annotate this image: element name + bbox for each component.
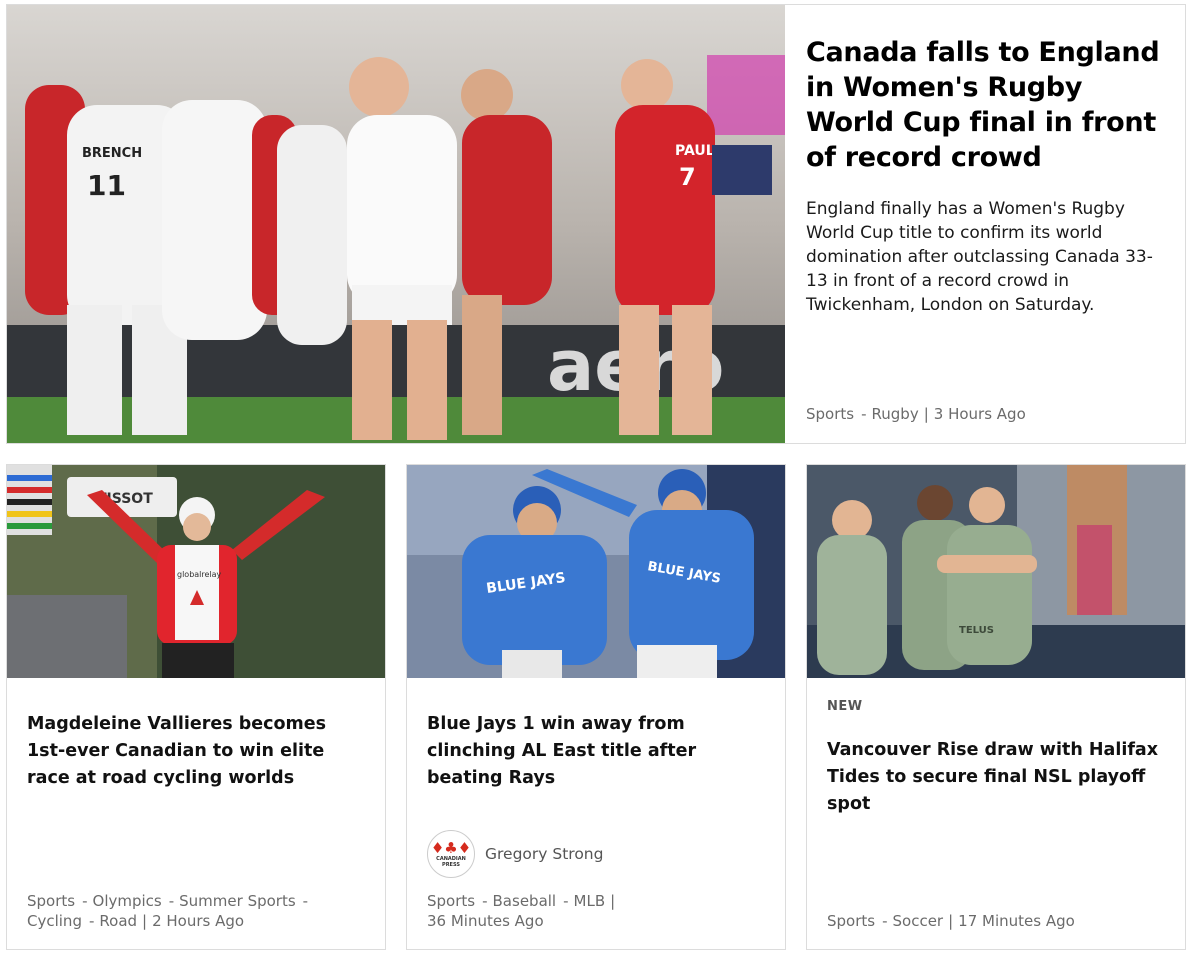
jersey-number-text: 11 (87, 169, 126, 202)
jersey-sponsor-text: TELUS (959, 625, 994, 636)
canadian-press-logo-icon: ♦♣♦ CANADIAN PRESS (427, 830, 475, 878)
cycling-photo: TISSOT globalrelay (7, 465, 385, 678)
category-link[interactable]: MLB (574, 892, 606, 910)
story-headline[interactable]: Magdeleine Vallieres becomes 1st-ever Ca… (27, 711, 367, 792)
category-link[interactable]: Cycling (27, 912, 82, 930)
new-badge: NEW (827, 699, 863, 714)
category-link[interactable]: Sports (827, 912, 875, 930)
category-link[interactable]: Sports (806, 405, 854, 423)
jersey-number-text: 7 (679, 163, 696, 191)
rugby-celebration-photo: aero BRENCH 11 (7, 5, 785, 443)
category-link[interactable]: Sports (27, 892, 75, 910)
story-meta: Sports - Olympics - Summer Sports - Cycling - R… (27, 892, 309, 930)
category-link[interactable]: Soccer (893, 912, 944, 930)
timestamp: 17 Minutes Ago (958, 912, 1075, 930)
timestamp: 36 Minutes Ago (427, 912, 544, 930)
category-link[interactable]: Summer Sports (179, 892, 296, 910)
story-card[interactable]: TELUS NEW Vancouver Rise draw with Halif… (806, 464, 1186, 950)
logo-text: CANADIAN PRESS (436, 855, 466, 868)
story-image[interactable]: TISSOT globalrelay (7, 465, 385, 678)
category-link[interactable]: Baseball (493, 892, 557, 910)
category-link[interactable]: Olympics (93, 892, 162, 910)
story-image[interactable]: TELUS (807, 465, 1185, 678)
story-meta: Sports - Soccer | 17 Minutes Ago (827, 912, 1075, 930)
story-meta: Sports - Baseball - MLB | 36 Minutes Ago (427, 892, 616, 930)
author-byline[interactable]: ♦♣♦ CANADIAN PRESS Gregory Strong (427, 829, 603, 879)
story-card[interactable]: BLUE JAYS BLUE JAYS Blue Jays 1 win away… (406, 464, 786, 950)
story-headline[interactable]: Vancouver Rise draw with Halifax Tides t… (827, 737, 1167, 818)
category-link[interactable]: Road (99, 912, 137, 930)
soccer-photo: TELUS (807, 465, 1185, 678)
jersey-sponsor-text: globalrelay (177, 570, 222, 579)
hero-meta: Sports - Rugby | 3 Hours Ago (806, 405, 1026, 423)
author-name[interactable]: Gregory Strong (485, 845, 603, 863)
story-image[interactable]: BLUE JAYS BLUE JAYS (407, 465, 785, 678)
story-card[interactable]: TISSOT globalrelay Magdeleine Vallieres … (6, 464, 386, 950)
baseball-photo: BLUE JAYS BLUE JAYS (407, 465, 785, 678)
hero-story-card[interactable]: aero BRENCH 11 (6, 4, 1186, 444)
hero-image[interactable]: aero BRENCH 11 (7, 5, 785, 443)
jersey-name-text: BRENCH (82, 146, 142, 161)
story-headline[interactable]: Blue Jays 1 win away from clinching AL E… (427, 711, 767, 792)
category-link[interactable]: Sports (427, 892, 475, 910)
timestamp: 3 Hours Ago (933, 405, 1026, 423)
timestamp: 2 Hours Ago (152, 912, 245, 930)
jersey-name-text: PAUL (675, 143, 715, 159)
hero-headline[interactable]: Canada falls to England in Women's Rugby… (806, 35, 1171, 175)
hero-summary: England finally has a Women's Rugby Worl… (806, 199, 1153, 315)
hero-text: Canada falls to England in Women's Rugby… (806, 35, 1171, 431)
subcategory-link[interactable]: Rugby (872, 405, 919, 423)
